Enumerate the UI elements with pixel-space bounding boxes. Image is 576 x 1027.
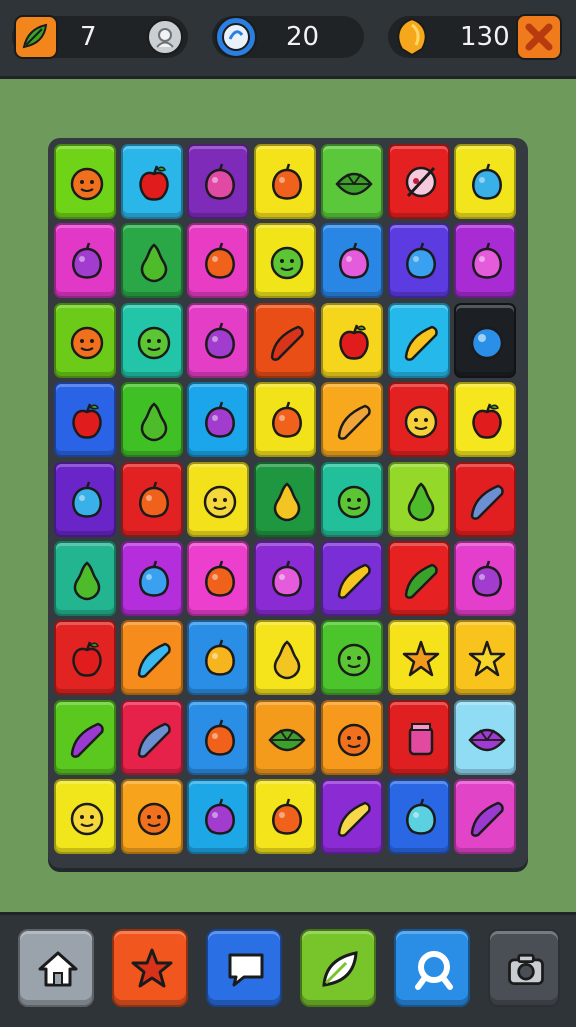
magnifier-icon: [415, 951, 453, 990]
tile-purple-plum[interactable]: [187, 302, 250, 378]
tile-purple-flower[interactable]: [454, 699, 517, 775]
tile-green-pear[interactable]: [120, 223, 183, 299]
home-button[interactable]: [18, 929, 94, 1007]
tile-red-apple[interactable]: [54, 382, 116, 458]
tile-blue-bird[interactable]: [54, 461, 116, 537]
moves-counter: 20: [212, 16, 364, 58]
game-board: [48, 138, 528, 868]
tile-orange-carrot[interactable]: [320, 382, 383, 458]
tile-yellow-banana[interactable]: [387, 302, 450, 378]
tile-blue-drop[interactable]: [387, 223, 450, 299]
star-button[interactable]: [112, 929, 188, 1007]
tile-teal-drop[interactable]: [387, 779, 450, 855]
tile-green-leaf[interactable]: [320, 144, 383, 219]
tile-purple-plum[interactable]: [54, 223, 116, 299]
tile-green-leaf[interactable]: [254, 699, 317, 775]
home-icon: [38, 951, 78, 987]
leaf-icon: [14, 15, 58, 59]
tile-green-face[interactable]: [320, 620, 383, 696]
leaf-button[interactable]: [300, 929, 376, 1007]
tile-orange-fruit[interactable]: [254, 779, 317, 855]
search-button[interactable]: [394, 929, 470, 1007]
timer-orb-icon: [214, 15, 258, 59]
tile-pink-mushroom[interactable]: [187, 144, 250, 219]
tile-green-face[interactable]: [254, 223, 317, 299]
tile-orange-fruit[interactable]: [187, 223, 250, 299]
tile-red-apple[interactable]: [54, 620, 116, 696]
tile-green-pear[interactable]: [120, 382, 183, 458]
tile-grid: [54, 144, 522, 862]
tile-candy-bar[interactable]: [120, 699, 183, 775]
chat-bubble-icon: [228, 953, 264, 987]
tile-orange-fruit[interactable]: [254, 382, 317, 458]
tile-orange-face[interactable]: [54, 302, 116, 378]
tile-yellow-face[interactable]: [187, 461, 250, 537]
tile-yellow-lemon[interactable]: [187, 620, 250, 696]
tile-orange-fruit[interactable]: [187, 541, 250, 616]
leaves-counter: 7: [12, 15, 188, 59]
coins-count: 130: [460, 22, 510, 52]
tile-orange-face[interactable]: [120, 779, 183, 855]
tile-blue-bird[interactable]: [454, 144, 517, 219]
tile-pink-berry[interactable]: [454, 223, 517, 299]
tile-pink-berry[interactable]: [320, 223, 383, 299]
tile-purple-eggplant[interactable]: [454, 779, 517, 855]
tile-blue-candy[interactable]: [120, 620, 183, 696]
tile-yellow-cat[interactable]: [387, 382, 450, 458]
camera-button[interactable]: [488, 929, 560, 1007]
tile-yellow-pear[interactable]: [254, 620, 317, 696]
star-icon: [131, 948, 173, 988]
tile-yellow-face[interactable]: [54, 779, 116, 855]
tile-yellow-pear[interactable]: [254, 461, 317, 537]
tile-purple-plum[interactable]: [187, 779, 250, 855]
tile-orange-face[interactable]: [54, 144, 116, 219]
tile-purple-plum[interactable]: [454, 541, 517, 616]
tile-red-apple[interactable]: [320, 302, 383, 378]
leaf-icon: [322, 951, 358, 987]
tile-purple-plum[interactable]: [187, 382, 250, 458]
tile-orange-fruit[interactable]: [254, 144, 317, 219]
tile-red-apple[interactable]: [454, 382, 517, 458]
tile-green-face[interactable]: [120, 302, 183, 378]
tile-pink-skull[interactable]: [387, 144, 450, 219]
tile-green-cucumber[interactable]: [387, 541, 450, 616]
tile-pink-jar[interactable]: [387, 699, 450, 775]
tile-red-carrot[interactable]: [254, 302, 317, 378]
tile-orange-fruit[interactable]: [120, 461, 183, 537]
tile-candy-stick[interactable]: [320, 779, 383, 855]
top-hud: 7 20 130: [0, 0, 576, 79]
settings-gear-icon[interactable]: [146, 18, 184, 56]
tile-purple-eggplant[interactable]: [54, 699, 116, 775]
tile-orange-face[interactable]: [320, 699, 383, 775]
chat-button[interactable]: [206, 929, 282, 1007]
tile-orange-fruit[interactable]: [187, 699, 250, 775]
tile-green-pear[interactable]: [54, 541, 116, 616]
moves-count: 20: [286, 22, 320, 52]
tile-orange-urchin[interactable]: [387, 620, 450, 696]
tile-red-apple[interactable]: [120, 144, 183, 219]
tile-candy-bar[interactable]: [454, 461, 517, 537]
tile-green-face[interactable]: [320, 461, 383, 537]
leaves-count: 7: [80, 22, 97, 52]
tile-yellow-star[interactable]: [454, 620, 517, 696]
tile-yellow-banana[interactable]: [320, 541, 383, 616]
camera-icon: [508, 953, 544, 986]
close-icon[interactable]: [516, 14, 562, 60]
tile-pink-berry[interactable]: [254, 541, 317, 616]
gold-coin-icon: [390, 15, 434, 59]
tile-blue-ball[interactable]: [454, 302, 517, 378]
bottom-nav: [0, 912, 576, 1027]
tile-blue-drop[interactable]: [120, 541, 183, 616]
tile-green-pear[interactable]: [387, 461, 450, 537]
